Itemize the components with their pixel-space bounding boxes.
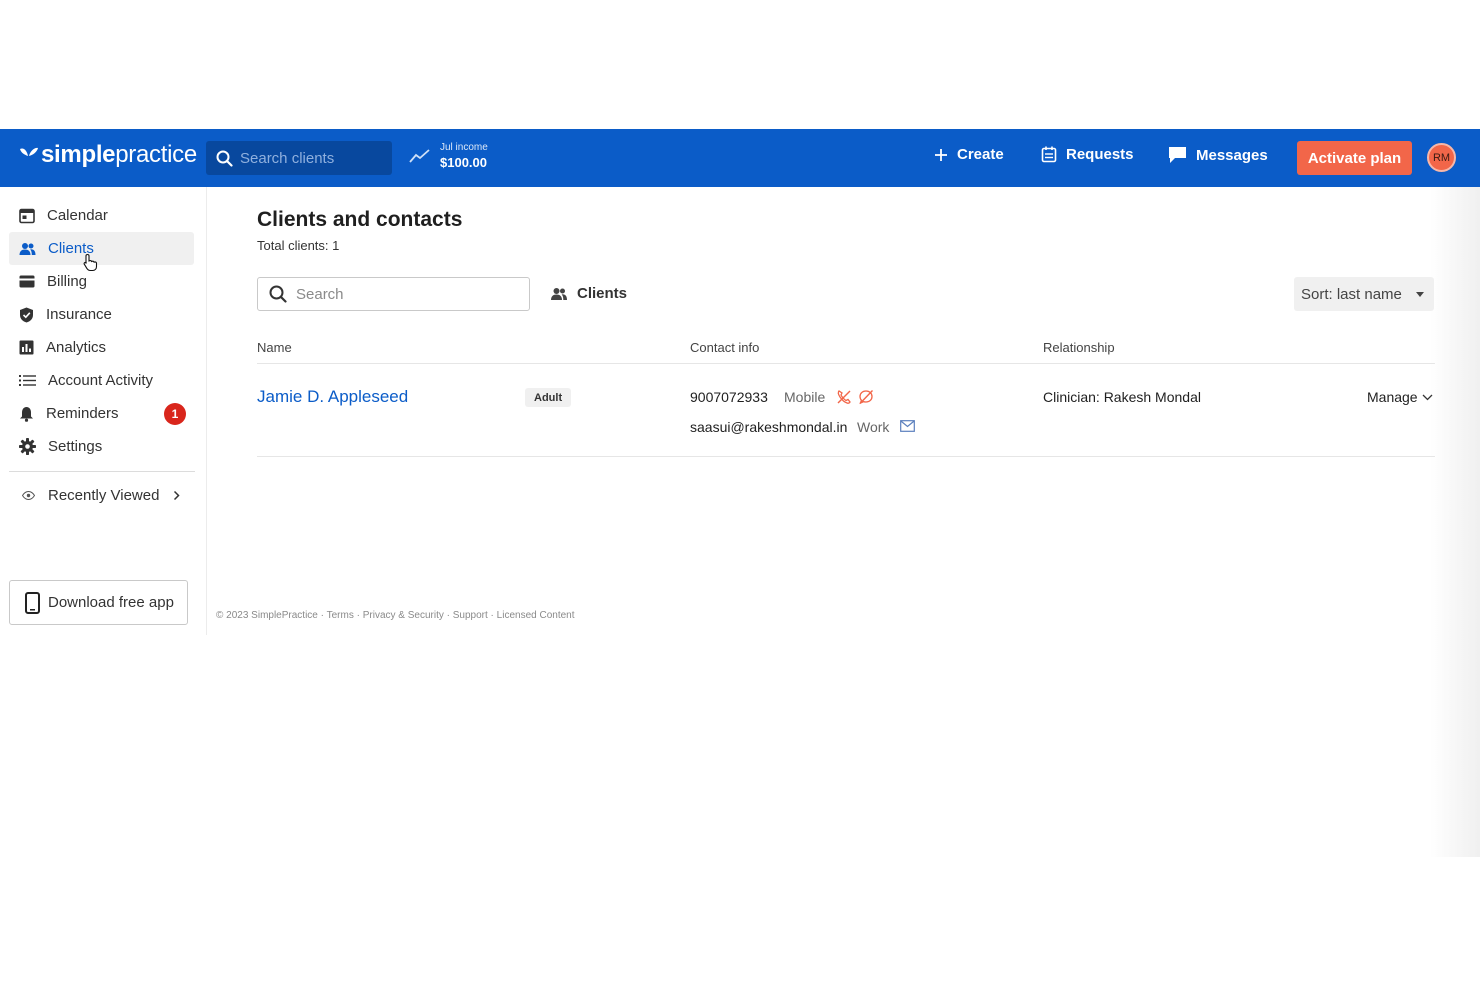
- sidebar-item-label: Settings: [48, 438, 103, 455]
- sidebar-item-label: Billing: [47, 273, 88, 290]
- calendar-icon: [19, 208, 35, 223]
- create-label: Create: [957, 146, 1004, 163]
- eye-icon: [22, 491, 35, 500]
- users-icon: [19, 242, 36, 255]
- phone-type-label: Mobile: [784, 389, 826, 405]
- user-avatar[interactable]: RM: [1427, 143, 1456, 172]
- footer-link-privacy[interactable]: Privacy & Security: [363, 610, 444, 621]
- footer-link-licensed-content[interactable]: Licensed Content: [497, 610, 575, 621]
- download-app-button[interactable]: Download free app: [9, 580, 188, 625]
- sidebar-item-insurance[interactable]: Insurance: [9, 298, 194, 331]
- mail-icon: [900, 420, 915, 432]
- global-search[interactable]: [206, 141, 392, 175]
- sidebar-item-account-activity[interactable]: Account Activity: [9, 364, 194, 397]
- requests-label: Requests: [1066, 146, 1134, 163]
- table-header-divider: [257, 363, 1435, 364]
- sort-label: Sort: last name: [1301, 285, 1402, 303]
- sidebar-divider: [9, 471, 195, 472]
- sidebar-item-label: Analytics: [46, 339, 107, 356]
- clients-filter-label: Clients: [577, 285, 628, 302]
- recently-viewed-label: Recently Viewed: [48, 487, 160, 504]
- credit-card-icon: [19, 275, 35, 288]
- table-row-divider: [257, 456, 1435, 457]
- client-type-badge: Adult: [525, 388, 572, 407]
- sidebar-item-settings[interactable]: Settings: [9, 430, 194, 463]
- column-header-name: Name: [257, 340, 292, 355]
- create-button[interactable]: Create: [934, 146, 1004, 163]
- sort-dropdown[interactable]: Sort: last name: [1294, 277, 1434, 311]
- bell-icon: [20, 406, 33, 422]
- recently-viewed-toggle[interactable]: Recently Viewed: [22, 487, 181, 504]
- search-icon: [216, 150, 233, 167]
- column-header-contact-info: Contact info: [690, 340, 760, 355]
- messages-label: Messages: [1196, 146, 1268, 164]
- gear-icon: [19, 438, 36, 455]
- footer-separator: ·: [353, 610, 363, 621]
- search-clients-input[interactable]: [240, 149, 380, 167]
- footer-link-support[interactable]: Support: [453, 610, 488, 621]
- reminders-count-badge: 1: [164, 403, 186, 425]
- no-calls-icon: [837, 390, 851, 404]
- sidebar-item-label: Reminders: [46, 405, 119, 422]
- plus-icon: [935, 148, 947, 161]
- logo-text-light: practice: [115, 141, 197, 168]
- email-type-label: Work: [857, 419, 890, 435]
- client-email: saasui@rakeshmondal.in: [690, 419, 848, 435]
- no-text-messages-icon: [859, 390, 874, 405]
- income-label: Jul income: [440, 142, 488, 153]
- sidebar-item-clients[interactable]: Clients: [9, 232, 194, 265]
- hand-pointer-cursor-icon: [83, 253, 98, 272]
- list-icon: [19, 375, 36, 386]
- footer-link-terms[interactable]: Terms: [327, 610, 354, 621]
- sidebar-item-calendar[interactable]: Calendar: [9, 199, 194, 232]
- logo-mark-icon: [20, 147, 38, 156]
- sidebar-item-analytics[interactable]: Analytics: [9, 331, 194, 364]
- download-app-label: Download free app: [48, 594, 174, 611]
- client-name-link[interactable]: Jamie D. Appleseed: [257, 387, 408, 407]
- logo-text-bold: simple: [41, 141, 116, 168]
- simplepractice-logo[interactable]: simple practice: [18, 141, 197, 169]
- manage-label: Manage: [1367, 389, 1418, 405]
- sidebar: Calendar Clients Billing Insurance Analy…: [0, 187, 207, 635]
- sidebar-item-reminders[interactable]: Reminders 1: [9, 397, 194, 430]
- phone-notification-icons: [836, 389, 874, 405]
- sidebar-item-label: Insurance: [46, 306, 112, 323]
- chat-bubble-icon: [1169, 147, 1186, 163]
- requests-button[interactable]: Requests: [1041, 146, 1134, 163]
- client-phone: 9007072933: [690, 389, 768, 405]
- top-navigation-bar: simplepractice Jul income $100.00 Create: [0, 129, 1480, 187]
- sidebar-item-billing[interactable]: Billing: [9, 265, 194, 298]
- search-icon: [269, 285, 287, 303]
- footer-copyright: © 2023 SimplePractice: [216, 610, 318, 621]
- calendar-request-icon: [1041, 146, 1057, 163]
- page-footer: © 2023 SimplePractice · Terms · Privacy …: [216, 610, 575, 621]
- manage-dropdown[interactable]: Manage: [1367, 389, 1433, 405]
- users-icon: [551, 287, 567, 300]
- client-relationship: Clinician: Rakesh Mondal: [1043, 389, 1201, 405]
- smartphone-icon: [25, 591, 40, 614]
- caret-down-icon: [1416, 292, 1424, 297]
- bar-chart-icon: [19, 340, 34, 355]
- column-header-relationship: Relationship: [1043, 340, 1115, 355]
- monthly-income[interactable]: Jul income $100.00: [409, 142, 488, 170]
- client-search[interactable]: [257, 277, 530, 311]
- sidebar-item-label: Account Activity: [48, 372, 154, 389]
- trend-up-icon: [409, 149, 430, 163]
- activate-plan-button[interactable]: Activate plan: [1297, 141, 1412, 175]
- clients-filter-button[interactable]: Clients: [550, 285, 627, 302]
- chevron-right-icon: [174, 490, 181, 501]
- shield-check-icon: [20, 307, 33, 322]
- income-value: $100.00: [440, 155, 487, 170]
- right-edge-shade: [1430, 187, 1480, 857]
- page-title: Clients and contacts: [257, 208, 463, 231]
- sidebar-item-label: Calendar: [47, 207, 108, 224]
- footer-separator: ·: [443, 610, 453, 621]
- footer-separator: ·: [487, 610, 497, 621]
- total-clients-count: Total clients: 1: [257, 238, 340, 253]
- messages-button[interactable]: Messages: [1168, 146, 1268, 164]
- client-search-input[interactable]: [296, 285, 516, 303]
- footer-separator: ·: [317, 610, 327, 621]
